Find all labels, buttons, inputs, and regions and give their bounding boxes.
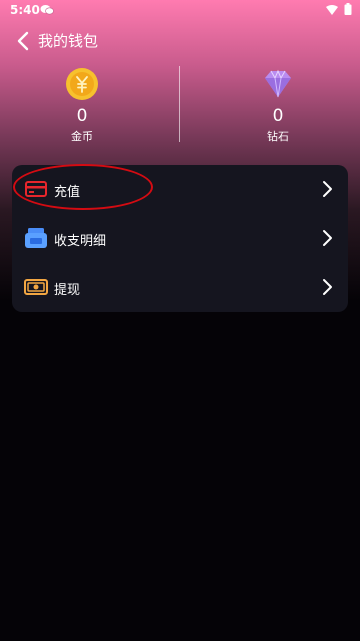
diamond-balance[interactable]: 0 钻石 <box>188 66 360 144</box>
menu-item-withdraw[interactable]: 提现 <box>12 263 348 312</box>
chevron-left-icon <box>17 31 29 51</box>
chevron-right-icon <box>323 279 332 295</box>
chevron-right-icon <box>323 230 332 246</box>
balance-divider <box>179 66 180 142</box>
balance-panel: 0 金币 0 钻石 <box>0 66 360 146</box>
status-time: 5:40 <box>10 3 40 17</box>
chevron-right-icon <box>323 181 332 197</box>
highlight-annotation <box>13 164 153 210</box>
gold-coin-label: 金币 <box>71 130 93 143</box>
status-bar: 5:40 <box>0 0 360 20</box>
status-icons <box>326 3 352 18</box>
menu-item-label: 提现 <box>54 283 81 298</box>
wifi-icon <box>326 4 338 18</box>
page-title: 我的钱包 <box>38 32 99 50</box>
page-header: 我的钱包 <box>0 26 360 56</box>
gold-coin-balance[interactable]: 0 金币 <box>0 66 172 144</box>
diamond-label: 钻石 <box>267 130 289 143</box>
wechat-notification-icon <box>40 4 54 19</box>
back-button[interactable] <box>14 30 34 52</box>
gold-coin-icon <box>66 68 98 100</box>
diamond-icon <box>265 69 291 98</box>
wallet-icon <box>25 228 47 248</box>
cash-icon <box>24 279 48 295</box>
gold-coin-value: 0 <box>76 106 88 126</box>
menu-item-transactions[interactable]: 收支明细 <box>12 214 348 263</box>
battery-icon <box>344 3 352 18</box>
diamond-value: 0 <box>272 106 284 126</box>
menu-item-label: 收支明细 <box>54 234 107 249</box>
